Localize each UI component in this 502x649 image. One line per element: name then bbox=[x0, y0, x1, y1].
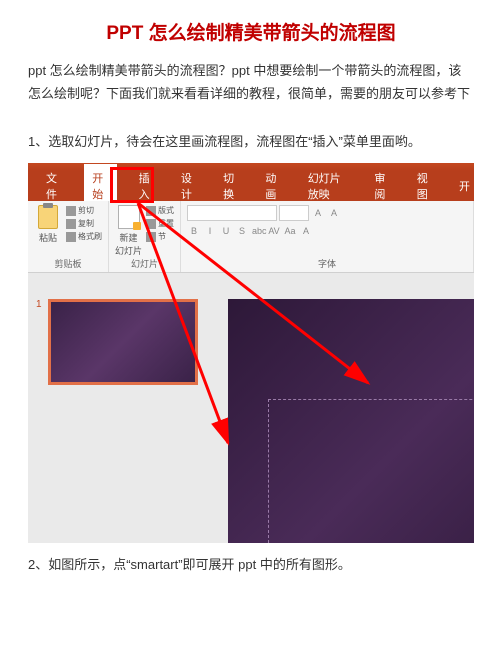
cut-label: 剪切 bbox=[78, 205, 94, 216]
ribbon-body: 粘贴 剪切 复制 格式刷 剪贴板 新建 幻灯片 版式 重置 bbox=[28, 201, 474, 273]
thumbnail-number: 1 bbox=[36, 299, 42, 385]
cut-icon bbox=[66, 206, 76, 216]
italic-button[interactable]: I bbox=[203, 224, 217, 238]
step-2-text: 2、如图所示，点“smartart”即可展开 ppt 中的所有图形。 bbox=[28, 553, 474, 576]
font-size-dropdown[interactable] bbox=[279, 205, 309, 221]
shadow-button[interactable]: abc bbox=[251, 224, 265, 238]
slide-thumbnail[interactable] bbox=[48, 299, 198, 385]
reset-icon bbox=[146, 219, 156, 229]
layout-label: 版式 bbox=[158, 205, 174, 216]
slides-group-label: 幻灯片 bbox=[115, 257, 174, 270]
title-placeholder[interactable] bbox=[268, 399, 474, 543]
brush-icon bbox=[66, 232, 76, 242]
font-group: A A B I U S abc AV Aa A 字体 bbox=[181, 201, 474, 272]
intro-paragraph: ppt 怎么绘制精美带箭头的流程图？ppt 中想要绘制一个带箭头的流程图，该怎么… bbox=[28, 59, 474, 106]
strike-button[interactable]: S bbox=[235, 224, 249, 238]
bold-button[interactable]: B bbox=[187, 224, 201, 238]
section-label: 节 bbox=[158, 231, 166, 242]
spacing-button[interactable]: AV bbox=[267, 224, 281, 238]
layout-button[interactable]: 版式 bbox=[146, 205, 174, 216]
new-slide-button[interactable]: 新建 幻灯片 bbox=[115, 205, 142, 257]
slide-canvas[interactable]: 单击 bbox=[228, 299, 474, 543]
section-button[interactable]: 节 bbox=[146, 231, 174, 242]
cut-button[interactable]: 剪切 bbox=[66, 205, 102, 216]
copy-icon bbox=[66, 219, 76, 229]
paste-button[interactable]: 粘贴 bbox=[34, 205, 62, 244]
edit-area: 1 单击 bbox=[28, 273, 474, 543]
tab-more[interactable]: 开 bbox=[455, 172, 474, 200]
font-family-dropdown[interactable] bbox=[187, 205, 277, 221]
format-painter-button[interactable]: 格式刷 bbox=[66, 231, 102, 242]
clipboard-group-label: 剪贴板 bbox=[34, 257, 102, 270]
clipboard-group: 粘贴 剪切 复制 格式刷 剪贴板 bbox=[28, 201, 109, 272]
step-1-text: 1、选取幻灯片，待会在这里画流程图，流程图在“插入”菜单里面哟。 bbox=[28, 130, 474, 153]
copy-button[interactable]: 复制 bbox=[66, 218, 102, 229]
reset-label: 重置 bbox=[158, 218, 174, 229]
paste-icon bbox=[38, 205, 58, 229]
thumbnail-row[interactable]: 1 bbox=[36, 299, 208, 385]
new-slide-icon bbox=[118, 205, 140, 229]
case-button[interactable]: Aa bbox=[283, 224, 297, 238]
page-title: PPT 怎么绘制精美带箭头的流程图 bbox=[28, 18, 474, 45]
slides-group: 新建 幻灯片 版式 重置 节 幻灯片 bbox=[109, 201, 181, 272]
thumbnail-pane: 1 bbox=[28, 273, 208, 543]
section-icon bbox=[146, 232, 156, 242]
reset-button[interactable]: 重置 bbox=[146, 218, 174, 229]
ppt-screenshot: 文件 开始 插入 设计 切换 动画 幻灯片放映 审阅 视图 开 粘贴 剪切 复制… bbox=[28, 163, 474, 543]
font-color-button[interactable]: A bbox=[299, 224, 313, 238]
slide-canvas-area: 单击 bbox=[208, 273, 474, 543]
decrease-font-button[interactable]: A bbox=[327, 206, 341, 220]
layout-icon bbox=[146, 206, 156, 216]
new-slide-label: 新建 幻灯片 bbox=[115, 231, 142, 257]
copy-label: 复制 bbox=[78, 218, 94, 229]
font-group-label: 字体 bbox=[187, 257, 467, 270]
paste-label: 粘贴 bbox=[39, 231, 57, 244]
format-painter-label: 格式刷 bbox=[78, 231, 102, 242]
increase-font-button[interactable]: A bbox=[311, 206, 325, 220]
ribbon-tabs: 文件 开始 插入 设计 切换 动画 幻灯片放映 审阅 视图 开 bbox=[28, 171, 474, 201]
underline-button[interactable]: U bbox=[219, 224, 233, 238]
